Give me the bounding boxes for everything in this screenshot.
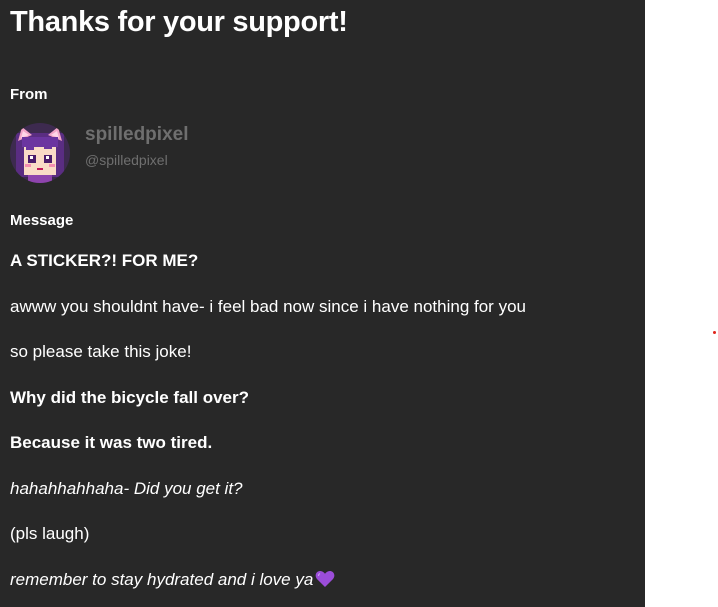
message-line: Because it was two tired. — [10, 433, 213, 452]
page-title: Thanks for your support! — [10, 6, 348, 38]
user-name[interactable]: spilledpixel — [85, 124, 188, 146]
message-line-with-heart: remember to stay hydrated and i love ya — [10, 570, 335, 593]
message-line: so please take this joke! — [10, 342, 192, 361]
pixel-art-avatar-icon — [10, 123, 70, 183]
purple-heart-icon — [315, 570, 335, 593]
message-line: awww you shouldnt have- i feel bad now s… — [10, 297, 526, 316]
support-message-panel: Thanks for your support! From spilledpix… — [0, 0, 645, 607]
user-handle: @spilledpixel — [85, 152, 168, 168]
red-dot-marker — [713, 331, 716, 334]
from-label: From — [10, 86, 48, 103]
message-line: A STICKER?! FOR ME? — [10, 251, 199, 270]
message-label: Message — [10, 212, 74, 229]
message-line: hahahhahhaha- Did you get it? — [10, 479, 243, 498]
message-line: (pls laugh) — [10, 524, 90, 543]
avatar[interactable] — [10, 123, 70, 183]
message-line-text: remember to stay hydrated and i love ya — [10, 570, 314, 589]
message-line: Why did the bicycle fall over? — [10, 388, 249, 407]
